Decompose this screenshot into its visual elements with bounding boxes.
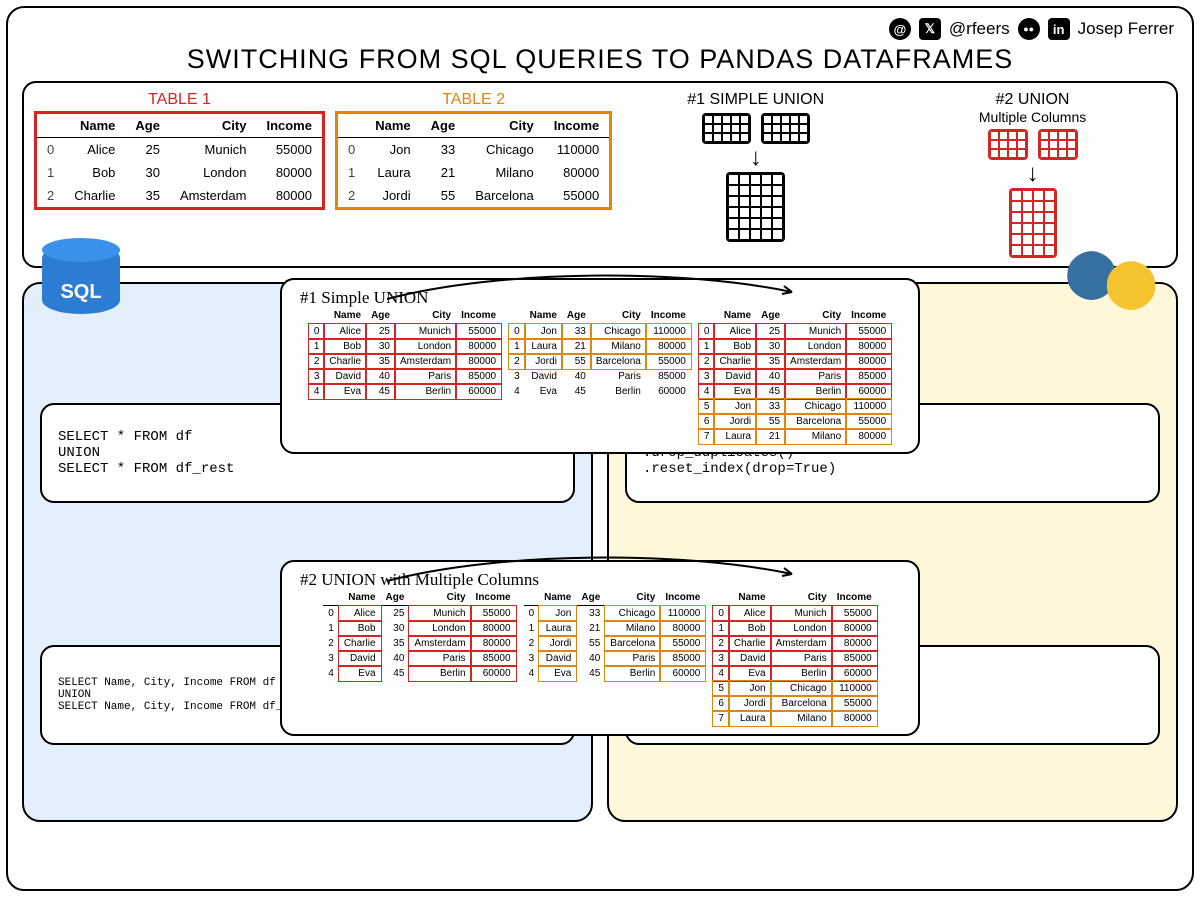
diag1-title: #1 SIMPLE UNION (687, 91, 824, 109)
grid-icon (988, 129, 1028, 160)
panels-row: SQL SELECT * FROM df UNION SELECT * FROM… (22, 282, 1178, 822)
grid-icon (1038, 129, 1078, 160)
sql-icon-label: SQL (42, 281, 120, 304)
ex1-result-table: NameAgeCityIncome0Alice25Munich550001Bob… (699, 308, 891, 444)
arrow-down-icon: ↓ (1027, 162, 1039, 186)
grid-icon (761, 113, 810, 144)
ex1-right-table: NameAgeCityIncome0Jon33Chicago1100001Lau… (509, 308, 691, 399)
diagram-simple-union: #1 SIMPLE UNION ↓ (622, 91, 889, 242)
x-icon: 𝕏 (919, 18, 941, 40)
grid-icon (726, 172, 785, 242)
ex2-left-table: NameAgeCityIncome0Alice25Munich550001Bob… (323, 590, 515, 681)
sql-database-icon: SQL (42, 244, 120, 314)
arrow-down-icon: ↓ (750, 146, 762, 170)
table1-label: TABLE 1 (34, 91, 325, 109)
ex1-title: #1 Simple UNION (300, 288, 908, 308)
diagram-union-multi: #2 UNION Multiple Columns ↓ (899, 91, 1166, 258)
diag2-title: #2 UNION (996, 91, 1070, 109)
grid-icon (702, 113, 751, 144)
ex2-result-table: NameCityIncome0AliceMunich550001BobLondo… (713, 590, 876, 726)
ex2-right-table: NameAgeCityIncome0Jon33Chicago1100001Lau… (524, 590, 706, 681)
example-2-overlay: #2 UNION with Multiple Columns NameAgeCi… (280, 560, 920, 736)
medium-icon: ●● (1018, 18, 1040, 40)
page-title: SWITCHING FROM SQL QUERIES TO PANDAS DAT… (22, 44, 1178, 75)
example-1-overlay: #1 Simple UNION NameAgeCityIncome0Alice2… (280, 278, 920, 454)
linkedin-icon: in (1048, 18, 1070, 40)
grid-icon (1009, 188, 1057, 258)
ex1-left-table: NameAgeCityIncome0Alice25Munich550001Bob… (309, 308, 501, 399)
table2-label: TABLE 2 (335, 91, 612, 109)
ex2-title: #2 UNION with Multiple Columns (300, 570, 908, 590)
author-name: Josep Ferrer (1078, 19, 1174, 39)
page-frame: @ 𝕏 @rfeers ●● in Josep Ferrer SWITCHING… (6, 6, 1194, 891)
table-2: NameAgeCityIncome0Jon33Chicago1100001Lau… (335, 111, 612, 210)
table-1: NameAgeCityIncome0Alice25Munich550001Bob… (34, 111, 325, 210)
social-handle: @rfeers (949, 19, 1010, 39)
diag2-subtitle: Multiple Columns (979, 109, 1086, 125)
python-logo-icon: ⬤⬤ (1065, 244, 1158, 310)
social-bar: @ 𝕏 @rfeers ●● in Josep Ferrer (22, 18, 1178, 44)
threads-icon: @ (889, 18, 911, 40)
top-box: TABLE 1 NameAgeCityIncome0Alice25Munich5… (22, 81, 1178, 268)
